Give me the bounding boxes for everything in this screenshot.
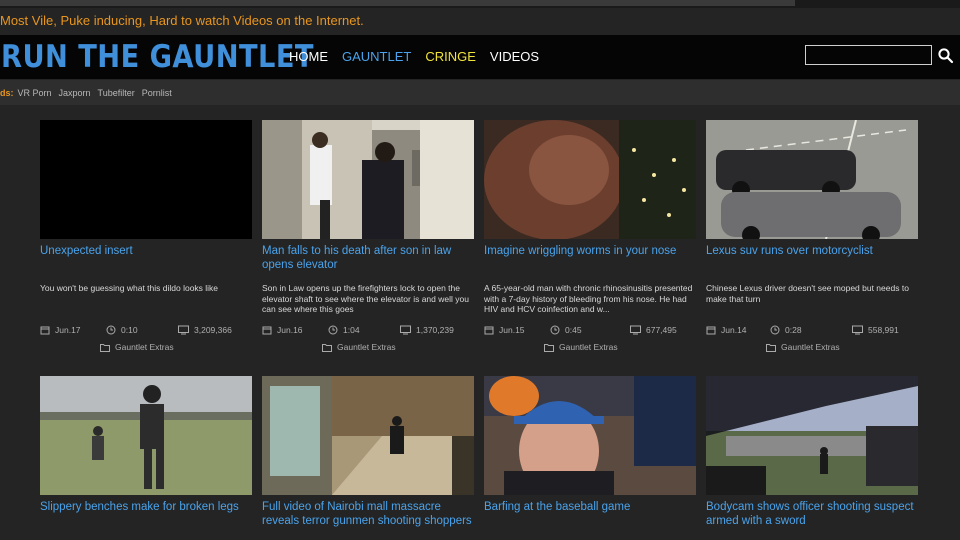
video-duration: 0:10	[106, 325, 138, 335]
video-views-text: 3,209,366	[194, 325, 232, 335]
video-meta: Jun.15 0:45 677,495	[484, 325, 696, 337]
video-category-text: Gauntlet Extras	[559, 342, 618, 352]
video-title[interactable]: Lexus suv runs over motorcyclist	[706, 244, 918, 258]
video-thumbnail[interactable]	[706, 120, 918, 239]
video-meta: Jun.17 0:10 3,209,366	[40, 325, 252, 337]
video-views-text: 677,495	[646, 325, 677, 335]
video-thumbnail[interactable]	[262, 376, 474, 495]
video-category-text: Gauntlet Extras	[781, 342, 840, 352]
monitor-icon	[178, 325, 189, 335]
video-card: Slippery benches make for broken legs	[40, 376, 252, 514]
video-description: You won't be guessing what this dildo lo…	[40, 283, 219, 293]
video-card: Unexpected insert You won't be guessing …	[40, 120, 252, 352]
nav-home[interactable]: HOME	[289, 49, 328, 64]
video-title[interactable]: Bodycam shows officer shooting suspect a…	[706, 500, 918, 528]
video-category-text: Gauntlet Extras	[337, 342, 396, 352]
top-strip	[0, 0, 960, 8]
search-icon[interactable]	[937, 47, 955, 65]
video-category[interactable]: Gauntlet Extras	[766, 342, 840, 352]
calendar-icon	[262, 326, 272, 335]
video-title[interactable]: Imagine wriggling worms in your nose	[484, 244, 696, 258]
monitor-icon	[630, 325, 641, 335]
video-description: A 65-year-old man with chronic rhinosinu…	[484, 283, 693, 314]
video-description: Chinese Lexus driver doesn't see moped b…	[706, 283, 909, 304]
video-duration: 0:45	[550, 325, 582, 335]
folder-icon	[100, 343, 110, 352]
video-category[interactable]: Gauntlet Extras	[544, 342, 618, 352]
video-card: Bodycam shows officer shooting suspect a…	[706, 376, 918, 528]
clock-icon	[770, 325, 780, 335]
site-header: RUN THE GAUNTLET HOME GAUNTLET CRINGE VI…	[0, 35, 960, 79]
video-card: Full video of Nairobi mall massacre reve…	[262, 376, 474, 528]
video-duration-text: 0:45	[565, 325, 582, 335]
friend-link[interactable]: Tubefilter	[98, 88, 135, 98]
video-card: Man falls to his death after son in law …	[262, 120, 474, 352]
video-date-text: Jun.17	[55, 325, 81, 335]
calendar-icon	[706, 326, 716, 335]
calendar-icon	[40, 326, 50, 335]
video-description: Son in Law opens up the firefighters loc…	[262, 283, 469, 314]
video-meta: Jun.14 0:28 558,991	[706, 325, 918, 337]
clock-icon	[106, 325, 116, 335]
video-title[interactable]: Barfing at the baseball game	[484, 500, 696, 514]
friends-label: ds:	[0, 87, 14, 98]
video-views: 3,209,366	[178, 325, 232, 335]
clock-icon	[328, 325, 338, 335]
video-date: Jun.17	[40, 325, 81, 335]
video-card: Imagine wriggling worms in your nose A 6…	[484, 120, 696, 352]
video-date: Jun.15	[484, 325, 525, 335]
video-meta: Jun.16 1:04 1,370,239	[262, 325, 474, 337]
folder-icon	[544, 343, 554, 352]
site-logo[interactable]: RUN THE GAUNTLET	[1, 39, 314, 75]
nav-videos[interactable]: VIDEOS	[490, 49, 539, 64]
video-category-text: Gauntlet Extras	[115, 342, 174, 352]
video-duration: 1:04	[328, 325, 360, 335]
video-date: Jun.16	[262, 325, 303, 335]
folder-icon	[766, 343, 776, 352]
video-duration-text: 0:10	[121, 325, 138, 335]
nav-cringe[interactable]: CRINGE	[425, 49, 476, 64]
video-thumbnail[interactable]	[262, 120, 474, 239]
top-scroll-bar	[0, 0, 795, 6]
video-date-text: Jun.14	[721, 325, 747, 335]
monitor-icon	[852, 325, 863, 335]
friends-bar: ds: VR Porn Jaxporn Tubefilter Pornlist	[0, 80, 960, 105]
video-card: Barfing at the baseball game	[484, 376, 696, 514]
video-thumbnail[interactable]	[40, 376, 252, 495]
video-card: Lexus suv runs over motorcyclist Chinese…	[706, 120, 918, 352]
video-date-text: Jun.16	[277, 325, 303, 335]
main-nav: HOME GAUNTLET CRINGE VIDEOS	[289, 49, 539, 64]
site-tagline: Most Vile, Puke inducing, Hard to watch …	[0, 13, 364, 28]
video-views: 677,495	[630, 325, 677, 335]
video-title[interactable]: Unexpected insert	[40, 244, 252, 258]
nav-gauntlet[interactable]: GAUNTLET	[342, 49, 411, 64]
video-date: Jun.14	[706, 325, 747, 335]
video-views-text: 558,991	[868, 325, 899, 335]
video-duration: 0:28	[770, 325, 802, 335]
folder-icon	[322, 343, 332, 352]
video-category[interactable]: Gauntlet Extras	[100, 342, 174, 352]
search-input[interactable]	[805, 45, 932, 65]
video-views: 558,991	[852, 325, 899, 335]
friend-link[interactable]: Pornlist	[142, 88, 172, 98]
video-thumbnail[interactable]	[40, 120, 252, 239]
friend-link[interactable]: Jaxporn	[59, 88, 91, 98]
video-duration-text: 1:04	[343, 325, 360, 335]
video-views-text: 1,370,239	[416, 325, 454, 335]
monitor-icon	[400, 325, 411, 335]
calendar-icon	[484, 326, 494, 335]
video-views: 1,370,239	[400, 325, 454, 335]
video-category[interactable]: Gauntlet Extras	[322, 342, 396, 352]
video-date-text: Jun.15	[499, 325, 525, 335]
video-thumbnail[interactable]	[484, 376, 696, 495]
clock-icon	[550, 325, 560, 335]
video-title[interactable]: Man falls to his death after son in law …	[262, 244, 474, 272]
friend-link[interactable]: VR Porn	[18, 88, 52, 98]
video-thumbnail[interactable]	[484, 120, 696, 239]
video-thumbnail[interactable]	[706, 376, 918, 495]
video-title[interactable]: Slippery benches make for broken legs	[40, 500, 252, 514]
video-duration-text: 0:28	[785, 325, 802, 335]
video-title[interactable]: Full video of Nairobi mall massacre reve…	[262, 500, 474, 528]
